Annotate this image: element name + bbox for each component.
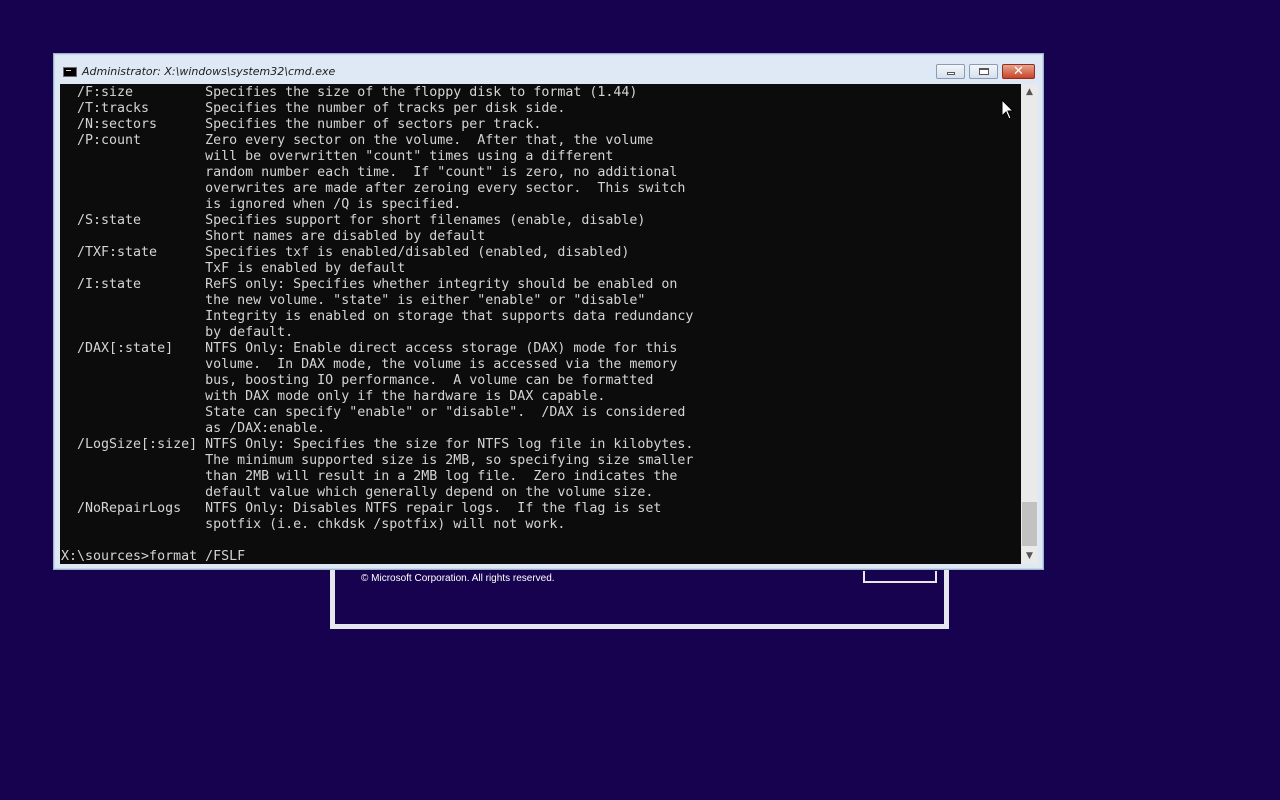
cmd-icon xyxy=(63,67,77,77)
console-line: default value which generally depend on … xyxy=(61,485,654,500)
console-line: spotfix (i.e. chkdsk /spotfix) will not … xyxy=(61,517,566,532)
close-icon: ✕ xyxy=(1013,64,1024,79)
scroll-down-arrow-icon[interactable]: ▼ xyxy=(1021,548,1038,564)
scroll-thumb[interactable] xyxy=(1022,502,1037,546)
console-line: /S:state Specifies support for short fil… xyxy=(61,213,646,228)
vertical-scrollbar[interactable]: ▲ ▼ xyxy=(1021,84,1038,564)
console-line: /NoRepairLogs NTFS Only: Disables NTFS r… xyxy=(61,501,662,516)
desktop: © Microsoft Corporation. All rights rese… xyxy=(0,0,1280,800)
console-line: /LogSize[:size] NTFS Only: Specifies the… xyxy=(61,437,694,452)
maximize-button[interactable] xyxy=(969,64,998,79)
console-line: with DAX mode only if the hardware is DA… xyxy=(61,389,606,404)
console-line: TxF is enabled by default xyxy=(61,261,406,276)
console-line: Integrity is enabled on storage that sup… xyxy=(61,309,694,324)
console-line: /P:count Zero every sector on the volume… xyxy=(61,133,654,148)
console-line: /I:state ReFS only: Specifies whether in… xyxy=(61,277,678,292)
console-line: State can specify "enable" or "disable".… xyxy=(61,405,686,420)
scroll-up-arrow-icon[interactable]: ▲ xyxy=(1021,84,1038,100)
console-line: overwrites are made after zeroing every … xyxy=(61,181,686,196)
maximize-icon xyxy=(979,68,989,75)
setup-dialog-button[interactable] xyxy=(863,571,937,583)
minimize-icon xyxy=(947,72,955,75)
cmd-window[interactable]: Administrator: X:\windows\system32\cmd.e… xyxy=(53,53,1044,570)
console-line: will be overwritten "count" times using … xyxy=(61,149,614,164)
console-line: the new volume. "state" is either "enabl… xyxy=(61,293,646,308)
console-line: /T:tracks Specifies the number of tracks… xyxy=(61,101,566,116)
console-line: /DAX[:state] NTFS Only: Enable direct ac… xyxy=(61,341,678,356)
close-button[interactable]: ✕ xyxy=(1002,64,1035,79)
command-prompt-line: X:\sources>format /FSLF xyxy=(61,549,246,564)
console-line: random number each time. If "count" is z… xyxy=(61,165,678,180)
minimize-button[interactable] xyxy=(936,64,965,79)
console-text: /F:size Specifies the size of the floppy… xyxy=(60,85,1021,564)
console-line: as /DAX:enable. xyxy=(61,421,326,436)
console-line: /F:size Specifies the size of the floppy… xyxy=(61,85,638,100)
console-line: /N:sectors Specifies the number of secto… xyxy=(61,117,542,132)
window-title: Administrator: X:\windows\system32\cmd.e… xyxy=(82,65,336,78)
console-output[interactable]: /F:size Specifies the size of the floppy… xyxy=(60,84,1021,564)
mouse-pointer-icon xyxy=(1001,99,1015,120)
console-line: /TXF:state Specifies txf is enabled/disa… xyxy=(61,245,630,260)
console-line: bus, boosting IO performance. A volume c… xyxy=(61,373,654,388)
console-line: by default. xyxy=(61,325,294,340)
console-line: is ignored when /Q is specified. xyxy=(61,197,462,212)
console-line: than 2MB will result in a 2MB log file. … xyxy=(61,469,678,484)
setup-copyright-text: © Microsoft Corporation. All rights rese… xyxy=(361,573,555,584)
console-line: volume. In DAX mode, the volume is acces… xyxy=(61,357,678,372)
console-line: Short names are disabled by default xyxy=(61,229,486,244)
title-bar[interactable]: Administrator: X:\windows\system32\cmd.e… xyxy=(54,54,1043,84)
console-line: The minimum supported size is 2MB, so sp… xyxy=(61,453,694,468)
